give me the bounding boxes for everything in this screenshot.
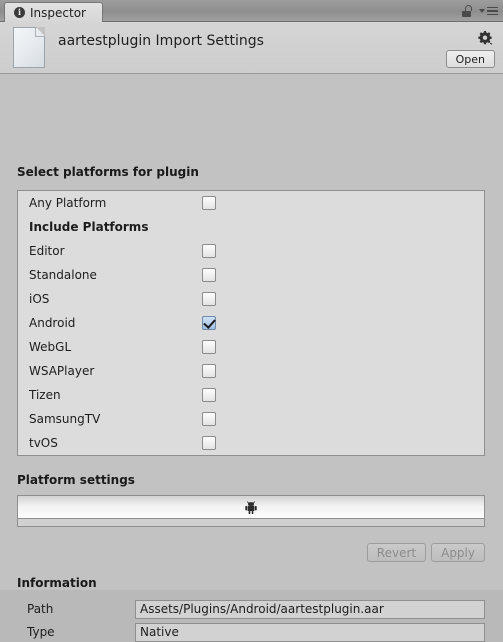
info-row-type: Type Native [17,623,485,642]
platform-checkbox-samsungtv[interactable] [202,412,216,426]
info-value-type: Native [135,623,485,642]
platform-checkbox-wsaplayer[interactable] [202,364,216,378]
open-button[interactable]: Open [445,50,495,68]
inspector-body: Select platforms for plugin Any Platform… [0,74,503,642]
platform-row-wsaplayer[interactable]: WSAPlayer [18,359,484,383]
apply-button[interactable]: Apply [431,543,485,562]
platform-checkbox-any[interactable] [202,196,216,210]
lock-open-icon[interactable] [462,5,473,17]
platform-row-android[interactable]: Android [18,311,484,335]
platform-row-editor[interactable]: Editor [18,239,484,263]
platform-checkbox-tvos[interactable] [202,436,216,450]
platform-label-android: Android [29,316,76,330]
platform-row-standalone[interactable]: Standalone [18,263,484,287]
platform-row-ios[interactable]: iOS [18,287,484,311]
platform-checkbox-tizen[interactable] [202,388,216,402]
select-platforms-heading: Select platforms for plugin [17,165,199,179]
platform-label-standalone: Standalone [29,268,97,282]
tab-inspector-label: Inspector [30,5,86,20]
include-platforms-heading: Include Platforms [29,220,149,234]
platform-checkbox-android[interactable] [202,316,216,330]
document-icon [13,27,45,68]
information-heading: Information [17,576,97,590]
platform-label-ios: iOS [29,292,50,306]
platform-label-editor: Editor [29,244,65,258]
platform-settings-content [17,519,485,527]
platform-row-webgl[interactable]: WebGL [18,335,484,359]
info-label-type: Type [27,625,55,639]
hamburger-menu-icon[interactable] [479,6,498,16]
platform-label-webgl: WebGL [29,340,72,354]
platform-label-wsaplayer: WSAPlayer [29,364,95,378]
platform-label-tizen: Tizen [29,388,61,402]
platform-checkbox-ios[interactable] [202,292,216,306]
tabstrip-controls [462,0,498,22]
tab-inspector[interactable]: i Inspector [4,2,103,22]
platform-row-tvos[interactable]: tvOS [18,431,484,455]
window-tabstrip: i Inspector [0,0,503,22]
page-title: aartestplugin Import Settings [58,33,264,49]
android-icon[interactable] [243,500,259,516]
gear-icon[interactable] [477,30,493,46]
revert-button[interactable]: Revert [366,543,427,562]
info-row-path: Path Assets/Plugins/Android/aartestplugi… [17,600,485,619]
info-value-path: Assets/Plugins/Android/aartestplugin.aar [135,600,485,619]
action-buttons: Revert Apply [366,543,485,562]
platform-settings-panel [17,495,485,527]
info-circle-icon: i [14,7,25,18]
platform-label-tvos: tvOS [29,436,58,450]
object-header: aartestplugin Import Settings Open [0,22,503,74]
platform-list: Any Platform Include Platforms Editor St… [17,190,485,456]
platform-row-tizen[interactable]: Tizen [18,383,484,407]
platform-settings-heading: Platform settings [17,473,135,487]
platform-checkbox-webgl[interactable] [202,340,216,354]
platform-label-any: Any Platform [29,196,107,210]
platform-row-any[interactable]: Any Platform [18,191,484,215]
info-label-path: Path [27,602,54,616]
platform-checkbox-editor[interactable] [202,244,216,258]
platform-row-samsungtv[interactable]: SamsungTV [18,407,484,431]
platform-label-samsungtv: SamsungTV [29,412,101,426]
include-platforms-heading-row: Include Platforms [18,215,484,239]
platform-settings-tabbar[interactable] [17,495,485,519]
platform-checkbox-standalone[interactable] [202,268,216,282]
